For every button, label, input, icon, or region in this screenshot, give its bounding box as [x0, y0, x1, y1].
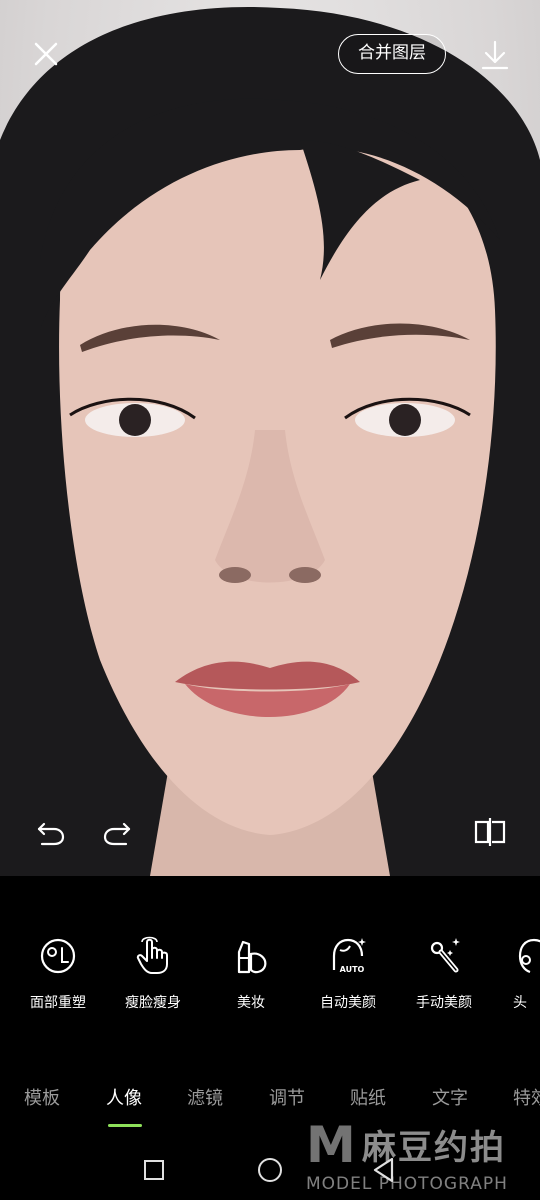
watermark-logo: M — [306, 1116, 356, 1174]
download-icon — [481, 40, 509, 70]
tool-label: 自动美颜 — [320, 995, 376, 1011]
tab-template[interactable]: 模板 — [24, 1084, 60, 1110]
tool-label: 美妆 — [237, 995, 265, 1011]
tab-filter[interactable]: 滤镜 — [187, 1084, 223, 1110]
tool-hair[interactable]: 头 — [486, 930, 540, 1020]
watermark-en: MODEL PHOTOGRAPH — [306, 1174, 508, 1194]
tab-sticker[interactable]: 贴纸 — [350, 1084, 386, 1110]
tab-adjust[interactable]: 调节 — [269, 1084, 305, 1110]
merge-layers-button[interactable]: 合并图层 — [338, 34, 446, 74]
photo-canvas[interactable] — [0, 0, 540, 876]
undo-button[interactable] — [34, 816, 68, 850]
slim-hand-icon — [136, 936, 168, 974]
tab-effects[interactable]: 特效 — [513, 1084, 540, 1110]
tool-label: 手动美颜 — [416, 995, 472, 1011]
active-tab-indicator — [108, 1124, 142, 1127]
recent-apps-button[interactable] — [144, 1160, 164, 1180]
watermark: M 麻豆约拍 MODEL PHOTOGRAPH — [306, 1114, 540, 1200]
undo-icon — [37, 822, 65, 846]
svg-text:AUTO: AUTO — [340, 965, 365, 974]
tool-label: 头 — [513, 995, 527, 1011]
portrait-photo — [0, 7, 540, 876]
face-reshape-icon — [40, 938, 76, 974]
tool-manual-beauty[interactable]: 手动美颜 — [399, 930, 489, 1020]
close-button[interactable] — [28, 36, 64, 72]
back-button[interactable] — [370, 1156, 398, 1184]
tool-auto-beauty[interactable]: AUTO 自动美颜 — [303, 930, 393, 1020]
tab-portrait[interactable]: 人像 — [106, 1084, 142, 1110]
download-button[interactable] — [478, 38, 512, 72]
tab-text[interactable]: 文字 — [432, 1084, 468, 1110]
redo-icon — [103, 822, 131, 846]
tool-label: 面部重塑 — [30, 995, 86, 1011]
tool-label: 瘦脸瘦身 — [125, 995, 181, 1011]
tool-makeup[interactable]: 美妆 — [206, 930, 296, 1020]
magic-wand-icon — [430, 938, 460, 973]
makeup-icon — [237, 940, 267, 974]
compare-button[interactable] — [472, 814, 508, 850]
tool-face-reshape[interactable]: 面部重塑 — [13, 930, 103, 1020]
hair-icon — [518, 938, 540, 974]
compare-icon — [474, 818, 506, 846]
redo-button[interactable] — [100, 816, 134, 850]
tool-row: 面部重塑 瘦脸瘦身 美妆 AUTO 自动美颜 手动美颜 头 — [0, 930, 540, 1020]
close-icon — [34, 42, 58, 66]
home-button[interactable] — [258, 1158, 282, 1182]
auto-beauty-icon: AUTO — [332, 938, 366, 974]
tool-slim[interactable]: 瘦脸瘦身 — [108, 930, 198, 1020]
